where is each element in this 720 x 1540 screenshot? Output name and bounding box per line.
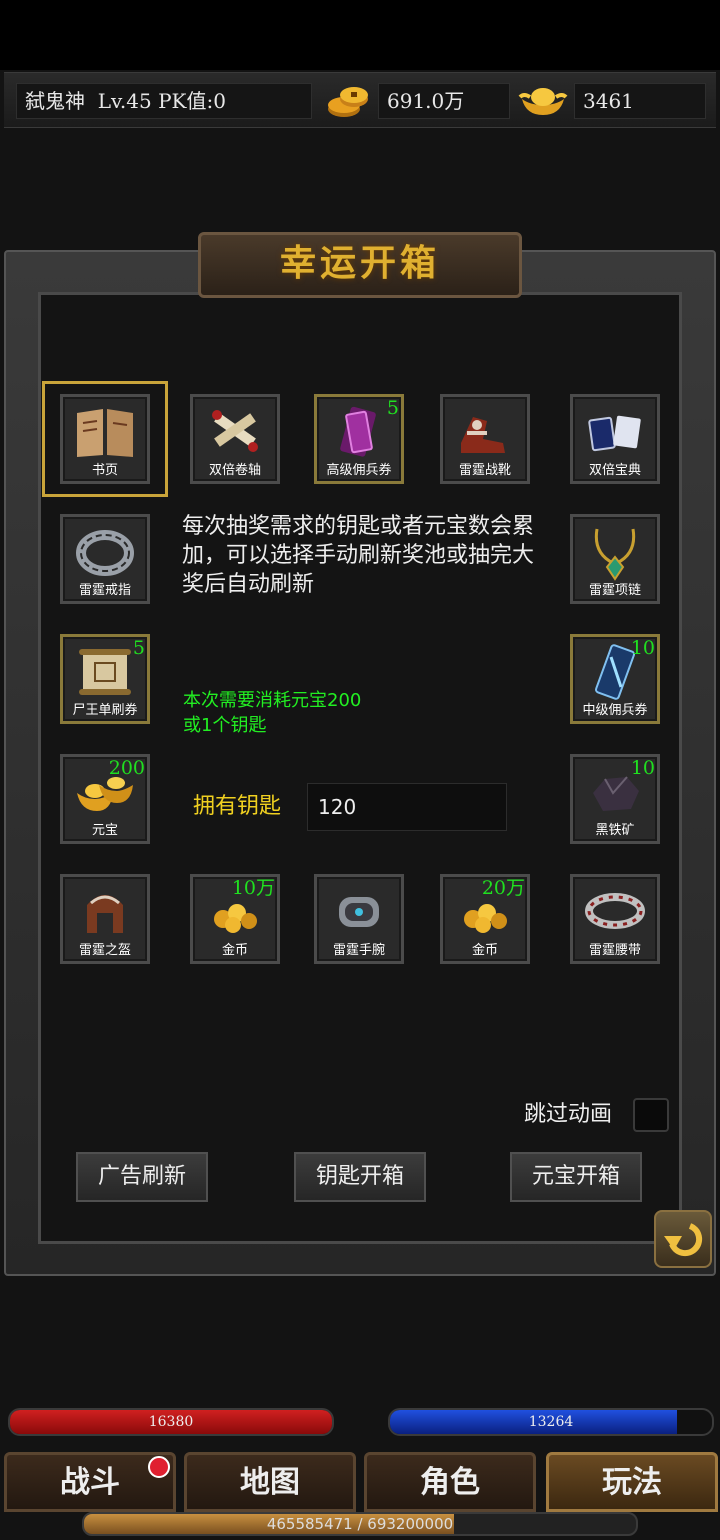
belt-icon	[585, 893, 645, 929]
mp-value: 13264	[528, 1414, 574, 1430]
slot-count: 200	[108, 757, 145, 779]
reward-slot-thunder-bracer[interactable]: 雷霆手腕	[314, 874, 404, 964]
player-pk: PK值:0	[158, 89, 226, 113]
reward-slot-thunder-boots[interactable]: 雷霆战靴	[440, 394, 530, 484]
top-black-bar	[0, 0, 720, 70]
keys-owned-value: 120	[307, 783, 507, 831]
slot-label: 雷霆之盔	[78, 943, 131, 958]
scroll-icon	[212, 410, 258, 452]
ad-refresh-button[interactable]: 广告刷新	[76, 1152, 208, 1202]
skip-animation-checkbox[interactable]	[633, 1098, 669, 1132]
slot-label: 金币	[221, 943, 248, 958]
hp-value: 16380	[148, 1414, 194, 1430]
ingot-icon	[518, 88, 568, 115]
player-info: 弑鬼神 Lv.45 PK值:0	[16, 83, 312, 119]
key-open-button[interactable]: 钥匙开箱	[294, 1152, 426, 1202]
reward-slot-gold-coins-20w[interactable]: 20万 金币	[440, 874, 530, 964]
keys-owned-label: 拥有钥匙	[193, 794, 282, 819]
slot-count: 20万	[481, 877, 525, 899]
return-arrow-icon	[664, 1223, 703, 1257]
slot-label: 高级佣兵券	[326, 463, 392, 478]
slot-count: 5	[132, 637, 145, 659]
slot-label: 双倍宝典	[588, 463, 641, 478]
slot-label: 中级佣兵券	[582, 703, 648, 718]
reward-slot-thunder-necklace[interactable]: 雷霆项链	[570, 514, 660, 604]
cost-line-2: 或1个钥匙	[183, 715, 267, 736]
nav-map[interactable]: 地图	[184, 1452, 356, 1512]
reward-slot-black-iron-ore[interactable]: 10 黑铁矿	[570, 754, 660, 844]
slot-label: 雷霆项链	[588, 583, 641, 598]
slot-label: 雷霆手腕	[332, 943, 385, 958]
skip-animation-label: 跳过动画	[524, 1102, 613, 1127]
reward-slot-book-page[interactable]: 书页	[60, 394, 150, 484]
reward-slot-mid-mercenary-ticket[interactable]: 10 中级佣兵券	[570, 634, 660, 724]
book-page-icon	[77, 409, 133, 457]
slot-label: 书页	[91, 463, 118, 478]
slot-count: 10万	[231, 877, 275, 899]
boots-icon	[461, 417, 505, 453]
notification-dot	[148, 1456, 170, 1478]
slot-label: 元宝	[91, 823, 118, 838]
exp-bar: 465585471 / 693200000	[82, 1512, 638, 1536]
player-status-bar: 弑鬼神 Lv.45 PK值:0 691.0万 3461	[4, 72, 716, 128]
slot-count: 10	[630, 637, 655, 659]
reward-slot-thunder-belt[interactable]: 雷霆腰带	[570, 874, 660, 964]
nav-gameplay[interactable]: 玩法	[546, 1452, 718, 1512]
hp-bar: 16380	[8, 1408, 334, 1436]
ingot-open-button[interactable]: 元宝开箱	[510, 1152, 642, 1202]
reward-slot-corpse-king-ticket[interactable]: 5 尸王单刷券	[60, 634, 150, 724]
slot-label: 黑铁矿	[595, 823, 635, 838]
slot-label: 雷霆腰带	[588, 943, 641, 958]
mercenary-ticket-icon	[340, 406, 376, 457]
slot-label: 雷霆戒指	[78, 583, 131, 598]
gold-coin-icon	[328, 87, 368, 117]
nav-character[interactable]: 角色	[364, 1452, 536, 1512]
slot-count: 5	[386, 397, 399, 419]
cost-info: 本次需要消耗元宝200 或1个钥匙	[183, 688, 483, 738]
reward-slot-gold-coins-10w[interactable]: 10万 金币	[190, 874, 280, 964]
player-level: Lv.45	[97, 89, 152, 113]
reward-slot-double-codex[interactable]: 双倍宝典	[570, 394, 660, 484]
lottery-description: 每次抽奖需求的钥匙或者元宝数会累加，可以选择手动刷新奖池或抽完大奖后自动刷新	[182, 514, 535, 597]
necklace-icon	[594, 528, 636, 581]
helmet-icon	[87, 895, 123, 933]
reward-slot-double-scroll[interactable]: 双倍卷轴	[190, 394, 280, 484]
slot-label: 双倍卷轴	[208, 463, 261, 478]
reward-slot-senior-mercenary-ticket[interactable]: 5 高级佣兵券	[314, 394, 404, 484]
mp-bar: 13264	[388, 1408, 714, 1436]
slot-label: 雷霆战靴	[458, 463, 511, 478]
slot-label: 尸王单刷券	[72, 703, 138, 718]
slot-count: 10	[630, 757, 655, 779]
slot-label: 金币	[471, 943, 498, 958]
bracer-icon	[339, 897, 379, 927]
back-button[interactable]	[654, 1210, 712, 1268]
ring-icon	[76, 530, 134, 576]
reward-slot-thunder-helmet[interactable]: 雷霆之盔	[60, 874, 150, 964]
scroll-ticket-icon	[79, 649, 131, 695]
exp-value: 465585471 / 693200000	[266, 1515, 454, 1533]
player-name: 弑鬼神	[25, 89, 85, 113]
codex-icon	[588, 415, 641, 452]
cost-line-1: 本次需要消耗元宝200	[183, 690, 362, 711]
reward-slot-ingot[interactable]: 200 元宝	[60, 754, 150, 844]
reward-slot-thunder-ring[interactable]: 雷霆戒指	[60, 514, 150, 604]
panel-title: 幸运开箱	[198, 232, 522, 298]
gold-amount: 691.0万	[378, 83, 510, 119]
ingot-amount: 3461	[574, 83, 706, 119]
